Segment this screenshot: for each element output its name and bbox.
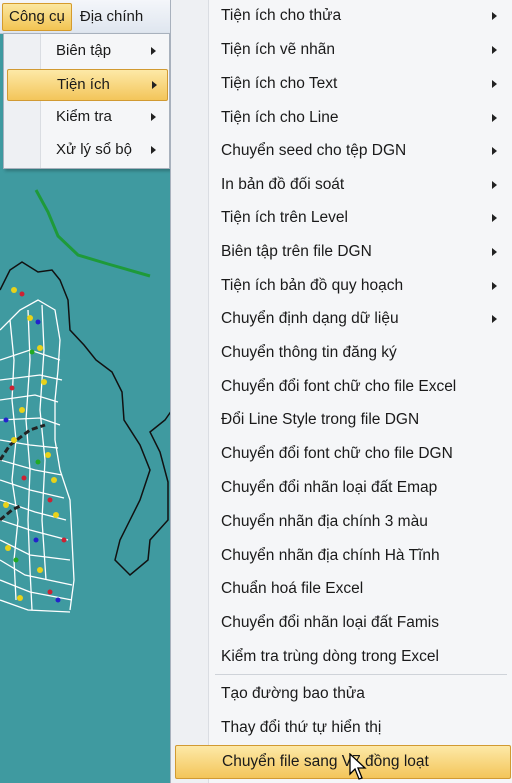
- menu-item-label: Chuyển đổi nhãn loại đất Famis: [221, 614, 439, 631]
- menu-item[interactable]: Chuyển đổi font chữ cho file DGN: [175, 438, 509, 470]
- menu-item[interactable]: Chuẩn hoá file Excel: [175, 573, 509, 605]
- submenu-arrow-icon: [492, 214, 497, 222]
- menu-item-label: Chuyển đổi nhãn loại đất Emap: [221, 479, 438, 496]
- menu-item[interactable]: Tiện ích cho thửa: [175, 0, 509, 32]
- dropdown-cong-cu: Biên tập Tiện ích Kiểm tra Xử lý sổ bộ: [3, 33, 170, 169]
- menu-item[interactable]: Chuyển seed cho tệp DGN: [175, 135, 509, 167]
- menu-item-label: Đổi Line Style trong file DGN: [221, 411, 420, 428]
- menu-item-label: Biên tập: [56, 42, 112, 59]
- submenu-arrow-icon: [151, 47, 156, 55]
- menu-item[interactable]: Chuyển đổi nhãn loại đất Famis: [175, 607, 509, 639]
- menu-item-label: Tiện ích bản đồ quy hoạch: [221, 277, 404, 294]
- menu-item[interactable]: Tiện ích trên Level: [175, 202, 509, 234]
- menu-item[interactable]: Tiện ích bản đồ quy hoạch: [175, 270, 509, 302]
- menu-item[interactable]: In bản đồ đối soát: [175, 169, 509, 201]
- menu-separator: [215, 674, 507, 675]
- menu-item-label: Chuyển nhãn địa chính Hà Tĩnh: [221, 547, 440, 564]
- menu-item-label: Chuyển định dạng dữ liệu: [221, 310, 399, 327]
- menu-item-label: Chuyển đổi font chữ cho file DGN: [221, 445, 453, 462]
- menu-item[interactable]: Kiểm tra trùng dòng trong Excel: [175, 641, 509, 673]
- menu-item[interactable]: Thay đổi thứ tự hiển thị: [175, 712, 509, 744]
- submenu-arrow-icon: [492, 46, 497, 54]
- submenu-arrow-icon: [492, 248, 497, 256]
- menu-item[interactable]: Tiện ích cho Line: [175, 102, 509, 134]
- menu-item-label: Chuyển seed cho tệp DGN: [221, 142, 407, 159]
- submenu-arrow-icon: [492, 12, 497, 20]
- submenu-arrow-icon: [492, 181, 497, 189]
- menu-item-label: Tiện ích cho thửa: [221, 7, 342, 24]
- menu-item[interactable]: Tiện ích cho Text: [175, 68, 509, 100]
- menu-item-label: Chuyển file sang V7 đồng loạt: [222, 753, 429, 770]
- menu-item-label: Tạo đường bao thửa: [221, 685, 365, 702]
- submenu-arrow-icon: [492, 315, 497, 323]
- menubar-cong-cu[interactable]: Công cụ: [2, 2, 72, 31]
- menu-item[interactable]: Tiện ích vẽ nhãn: [175, 34, 509, 66]
- menu-item-label: Chuyển đổi font chữ cho file Excel: [221, 378, 457, 395]
- menu-item-label: In bản đồ đối soát: [221, 176, 345, 193]
- menu-item[interactable]: Chuyển định dạng dữ liệu: [175, 303, 509, 335]
- menu-item-kiem-tra[interactable]: Kiểm tra: [7, 102, 166, 132]
- menu-item-xu-ly-so-bo[interactable]: Xử lý sổ bộ: [7, 135, 166, 165]
- menu-item-label: Tiện ích trên Level: [221, 209, 348, 226]
- menu-item[interactable]: Tạo đường bao thửa: [175, 678, 509, 710]
- submenu-arrow-icon: [151, 113, 156, 121]
- menu-item[interactable]: Chuyển thông tin đăng ký: [175, 337, 509, 369]
- menu-item-label: Chuyển nhãn địa chính 3 màu: [221, 513, 428, 530]
- menubar-dia-chinh[interactable]: Địa chính: [74, 4, 149, 30]
- menu-item-label: Biên tập trên file DGN: [221, 243, 372, 260]
- submenu-tien-ich: Tiện ích cho thửa Tiện ích vẽ nhãn Tiện íc…: [170, 0, 512, 783]
- menu-item-label: Thay đổi thứ tự hiển thị: [221, 719, 382, 736]
- menu-item[interactable]: Chuyển đổi nhãn loại đất Emap: [175, 472, 509, 504]
- menu-item-label: Tiện ích cho Line: [221, 109, 339, 126]
- menu-item[interactable]: Biên tập trên file DGN: [175, 236, 509, 268]
- submenu-arrow-icon: [152, 81, 157, 89]
- menu-item[interactable]: Chuyển file sang V7 đồng loạt: [175, 745, 511, 779]
- submenu-arrow-icon: [151, 146, 156, 154]
- menu-item[interactable]: Chuyển nhãn địa chính Hà Tĩnh: [175, 540, 509, 572]
- submenu-arrow-icon: [492, 147, 497, 155]
- menubar: Công cụ Địa chính: [0, 0, 172, 34]
- menu-item-bien-tap[interactable]: Biên tập: [7, 36, 166, 66]
- menu-item-label: Kiểm tra: [56, 108, 112, 125]
- menu-item-label: Chuyển thông tin đăng ký: [221, 344, 397, 361]
- menu-item[interactable]: Đổi Line Style trong file DGN: [175, 404, 509, 436]
- menu-item-tien-ich[interactable]: Tiện ích: [7, 69, 168, 101]
- submenu-arrow-icon: [492, 80, 497, 88]
- menu-item-label: Kiểm tra trùng dòng trong Excel: [221, 648, 439, 665]
- menu-item-label: Xử lý sổ bộ: [56, 141, 132, 158]
- menu-item-label: Tiện ích vẽ nhãn: [221, 41, 336, 58]
- mouse-pointer-icon: [349, 753, 367, 780]
- menu-item-label: Tiện ích: [57, 76, 110, 93]
- menu-item[interactable]: Chuyển đổi font chữ cho file Excel: [175, 371, 509, 403]
- submenu-arrow-icon: [492, 282, 497, 290]
- menu-item-label: Chuẩn hoá file Excel: [221, 580, 364, 597]
- submenu-arrow-icon: [492, 114, 497, 122]
- menu-item-label: Tiện ích cho Text: [221, 75, 338, 92]
- menu-item[interactable]: Chuyển nhãn địa chính 3 màu: [175, 506, 509, 538]
